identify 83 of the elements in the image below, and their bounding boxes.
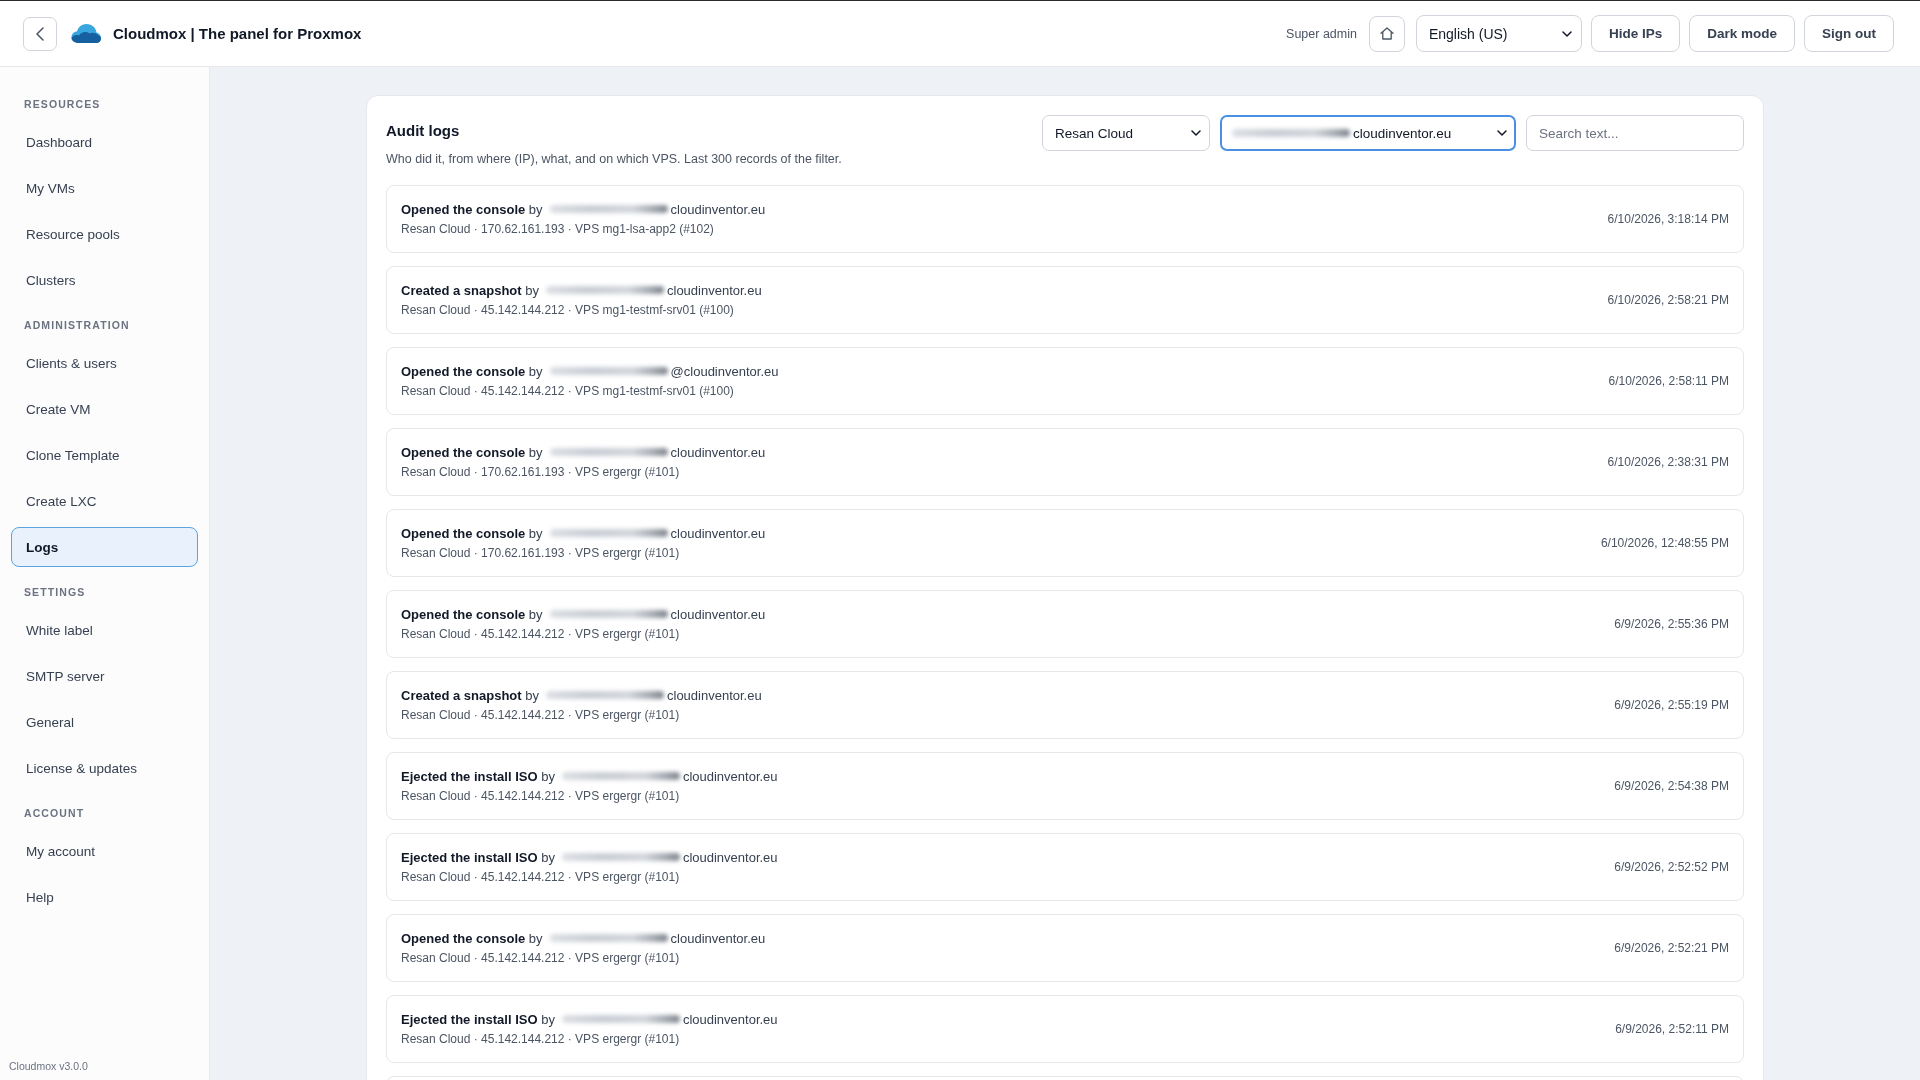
- nav-item[interactable]: Clusters: [11, 260, 198, 300]
- sign-out-button[interactable]: Sign out: [1804, 15, 1894, 52]
- log-time: 6/9/2026, 2:55:36 PM: [1614, 617, 1729, 631]
- section-heading: RESOURCES: [23, 97, 102, 112]
- app-title: Cloudmox | The panel for Proxmox: [113, 25, 362, 42]
- cluster-select[interactable]: Resan Cloud: [1042, 115, 1210, 151]
- nav-item[interactable]: My VMs: [11, 168, 198, 208]
- nav-item[interactable]: Logs: [11, 527, 198, 567]
- log-time: 6/10/2026, 2:58:11 PM: [1608, 374, 1729, 388]
- nav-item[interactable]: My account: [11, 831, 198, 871]
- log-action: Opened the console by: [401, 201, 543, 217]
- hide-ips-button[interactable]: Hide IPs: [1590, 15, 1681, 52]
- log-time: 6/9/2026, 2:54:38 PM: [1614, 779, 1729, 793]
- log-time: 6/10/2026, 2:58:21 PM: [1607, 293, 1729, 307]
- chevron-down-icon: [1561, 30, 1572, 37]
- nav-item[interactable]: License & updates: [11, 748, 198, 788]
- log-action: Ejected the install ISO by: [401, 849, 555, 865]
- log-action: Created a snapshot by: [401, 282, 539, 298]
- log-action: Created a snapshot by: [401, 687, 539, 703]
- nav-item[interactable]: Clients & users: [11, 343, 198, 383]
- log-action: Ejected the install ISO by: [401, 1011, 555, 1027]
- dark-mode-button[interactable]: Dark mode: [1689, 15, 1795, 52]
- user-select[interactable]: cloudinventor.eu: [1220, 115, 1516, 151]
- section-heading: ACCOUNT: [23, 806, 86, 821]
- chevron-down-icon: [1191, 130, 1201, 136]
- log-time: 6/9/2026, 2:52:21 PM: [1614, 941, 1729, 955]
- log-details: Resan Cloud · 45.142.144.212 · VPS ergergr (#101): [401, 707, 681, 724]
- log-time: 6/10/2026, 2:38:31 PM: [1607, 455, 1729, 469]
- log-action: Opened the console by: [401, 525, 543, 541]
- log-details: Resan Cloud · 45.142.144.212 · VPS ergergr (#101): [401, 788, 681, 805]
- log-details: Resan Cloud · 45.142.144.212 · VPS ergergr (#101): [401, 950, 681, 967]
- user-email: cloudinventor.eu: [682, 768, 778, 784]
- chevron-down-icon: [1497, 130, 1507, 136]
- user-email: cloudinventor.eu: [670, 201, 766, 217]
- log-time: 6/9/2026, 2:55:19 PM: [1614, 698, 1729, 712]
- log-details: Resan Cloud · 45.142.144.212 · VPS ergergr (#101): [401, 1031, 681, 1048]
- nav-item[interactable]: Dashboard: [11, 122, 198, 162]
- cloud-logo: [71, 24, 101, 43]
- log-action: Opened the console by: [401, 444, 543, 460]
- role-label: Super admin: [1286, 26, 1357, 41]
- user-email: cloudinventor.eu: [682, 1011, 778, 1027]
- user-email: cloudinventor.eu: [667, 282, 762, 298]
- log-action: Opened the console by: [401, 606, 543, 622]
- log-action: Opened the console by: [401, 930, 543, 946]
- nav-item[interactable]: Create LXC: [11, 481, 198, 521]
- back-button[interactable]: [23, 16, 57, 51]
- nav-item[interactable]: Clone Template: [11, 435, 198, 475]
- log-time: 6/9/2026, 2:52:52 PM: [1614, 860, 1729, 874]
- user-email: @cloudinventor.eu: [670, 363, 779, 379]
- user-email: cloudinventor.eu: [667, 687, 762, 703]
- section-heading: SETTINGS: [23, 585, 87, 600]
- nav-item[interactable]: Resource pools: [11, 214, 198, 254]
- log-action: Ejected the install ISO by: [401, 768, 555, 784]
- log-time: 6/9/2026, 2:52:11 PM: [1615, 1022, 1729, 1036]
- log-details: Resan Cloud · 170.62.161.193 · VPS mg1-lsa-app2 (#102): [401, 221, 715, 238]
- nav-item[interactable]: General: [11, 702, 198, 742]
- card-title: Audit logs: [386, 121, 461, 141]
- section-heading: ADMINISTRATION: [23, 318, 131, 333]
- language-select[interactable]: English (US): [1415, 15, 1582, 52]
- nav-item[interactable]: White label: [11, 610, 198, 650]
- card-description: Who did it, from where (IP), what, and on which VPS. Last 300 records of the filter.: [386, 151, 842, 167]
- home-icon: [1379, 27, 1394, 40]
- log-details: Resan Cloud · 45.142.144.212 · VPS ergergr (#101): [401, 626, 681, 643]
- nav-item[interactable]: SMTP server: [11, 656, 198, 696]
- user-email: cloudinventor.eu: [682, 849, 778, 865]
- nav-item[interactable]: Create VM: [11, 389, 198, 429]
- home-button[interactable]: [1368, 15, 1405, 52]
- log-details: Resan Cloud · 170.62.161.193 · VPS ergergr (#101): [401, 545, 681, 562]
- nav-item[interactable]: Help: [11, 877, 198, 917]
- log-time: 6/10/2026, 12:48:55 PM: [1600, 536, 1729, 550]
- user-email: cloudinventor.eu: [670, 444, 766, 460]
- log-details: Resan Cloud · 45.142.144.212 · VPS mg1-testmf-srv01 (#100): [401, 302, 735, 319]
- log-details: Resan Cloud · 45.142.144.212 · VPS mg1-testmf-srv01 (#100): [401, 383, 735, 400]
- version-label: Cloudmox v3.0.0: [9, 1060, 88, 1072]
- log-details: Resan Cloud · 45.142.144.212 · VPS ergergr (#101): [401, 869, 681, 886]
- chevron-left-icon: [36, 26, 44, 41]
- search-field[interactable]: Search text...: [1526, 115, 1744, 151]
- log-action: Opened the console by: [401, 363, 543, 379]
- user-email: cloudinventor.eu: [670, 606, 766, 622]
- log-time: 6/10/2026, 3:18:14 PM: [1607, 212, 1729, 226]
- user-email: cloudinventor.eu: [670, 930, 766, 946]
- user-email: cloudinventor.eu: [670, 525, 766, 541]
- log-details: Resan Cloud · 170.62.161.193 · VPS ergergr (#101): [401, 464, 681, 481]
